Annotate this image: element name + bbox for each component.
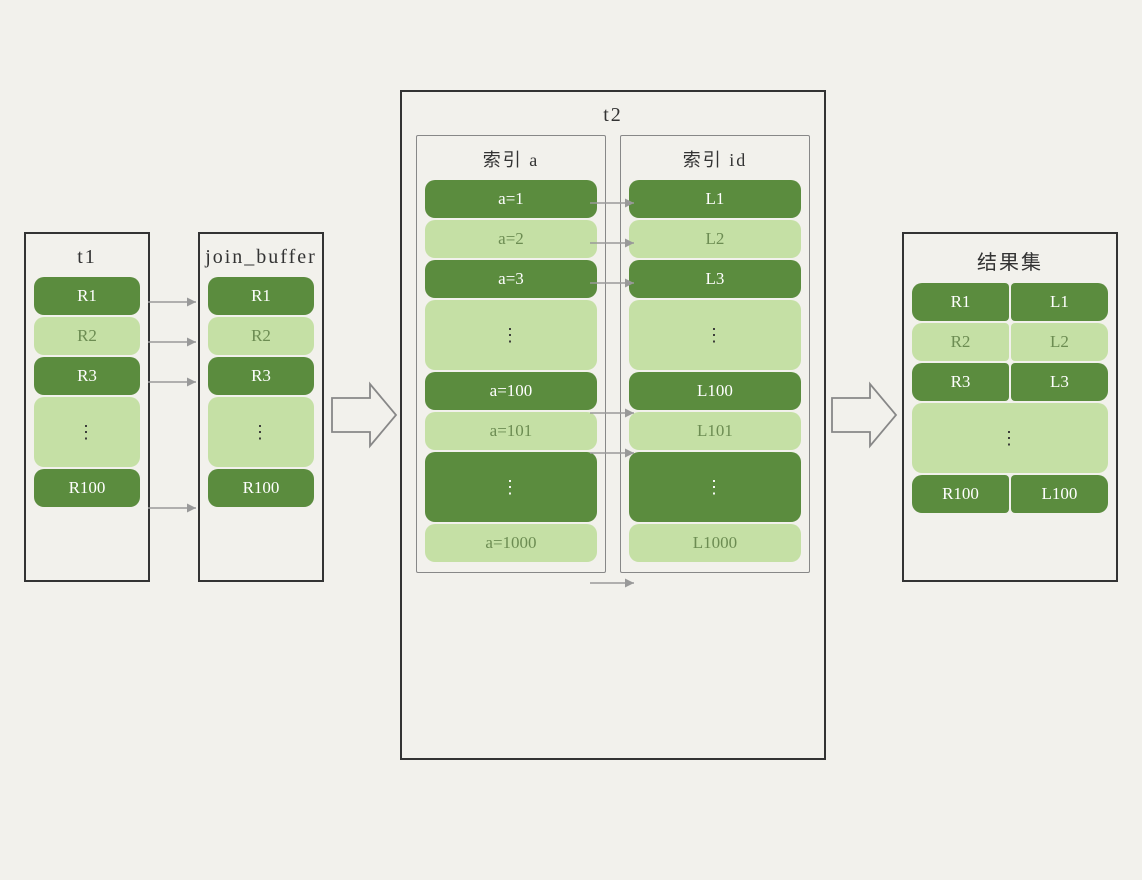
index-a-title: 索引 a bbox=[425, 146, 597, 172]
idx-id-row: L2 bbox=[629, 220, 801, 258]
box-index-a: 索引 a a=1 a=2 a=3 ⋮ a=100 a=101 ⋮ a=1000 bbox=[416, 135, 606, 573]
idx-a-row: a=1 bbox=[425, 180, 597, 218]
arrow-big-1 bbox=[330, 380, 400, 450]
idx-id-ellipsis: ⋮ bbox=[629, 300, 801, 370]
t1-row: R2 bbox=[34, 317, 140, 355]
result-row: R1 L1 bbox=[912, 283, 1108, 321]
box-t2: t2 索引 a a=1 a=2 a=3 ⋮ a=100 a=101 ⋮ a=10… bbox=[400, 90, 826, 760]
idx-id-ellipsis: ⋮ bbox=[629, 452, 801, 522]
diagram-canvas: t1 R1 R2 R3 ⋮ R100 join_buffer R1 R2 R3 … bbox=[0, 0, 1142, 880]
box-result: 结果集 R1 L1 R2 L2 R3 L3 ⋮ R100 L100 bbox=[902, 232, 1118, 582]
t1-title: t1 bbox=[26, 246, 148, 269]
idx-id-row: L1000 bbox=[629, 524, 801, 562]
idx-a-ellipsis: ⋮ bbox=[425, 300, 597, 370]
result-cell: L3 bbox=[1011, 363, 1108, 401]
idx-id-row: L3 bbox=[629, 260, 801, 298]
box-t1: t1 R1 R2 R3 ⋮ R100 bbox=[24, 232, 150, 582]
t1-row: R100 bbox=[34, 469, 140, 507]
result-cell: L100 bbox=[1011, 475, 1108, 513]
t1-row: R3 bbox=[34, 357, 140, 395]
idx-id-row: L100 bbox=[629, 372, 801, 410]
join-buffer-title: join_buffer bbox=[200, 246, 322, 269]
idx-a-row: a=3 bbox=[425, 260, 597, 298]
result-row: R100 L100 bbox=[912, 475, 1108, 513]
result-cell: R2 bbox=[912, 323, 1009, 361]
idx-a-ellipsis: ⋮ bbox=[425, 452, 597, 522]
buffer-row: R1 bbox=[208, 277, 314, 315]
idx-id-row: L101 bbox=[629, 412, 801, 450]
box-index-id: 索引 id L1 L2 L3 ⋮ L100 L101 ⋮ L1000 bbox=[620, 135, 810, 573]
result-ellipsis: ⋮ bbox=[912, 403, 1108, 473]
arrow-big-2 bbox=[830, 380, 900, 450]
idx-a-row: a=101 bbox=[425, 412, 597, 450]
result-title: 结果集 bbox=[904, 246, 1116, 275]
t2-title: t2 bbox=[402, 104, 824, 127]
buffer-row: R100 bbox=[208, 469, 314, 507]
idx-a-row: a=1000 bbox=[425, 524, 597, 562]
idx-a-row: a=100 bbox=[425, 372, 597, 410]
result-row: R3 L3 bbox=[912, 363, 1108, 401]
buffer-row: R3 bbox=[208, 357, 314, 395]
buffer-row: R2 bbox=[208, 317, 314, 355]
result-row: R2 L2 bbox=[912, 323, 1108, 361]
box-join-buffer: join_buffer R1 R2 R3 ⋮ R100 bbox=[198, 232, 324, 582]
arrow-a-to-id bbox=[592, 185, 642, 705]
result-cell: R3 bbox=[912, 363, 1009, 401]
buffer-ellipsis: ⋮ bbox=[208, 397, 314, 467]
result-cell: R1 bbox=[912, 283, 1009, 321]
t1-row: R1 bbox=[34, 277, 140, 315]
t1-ellipsis: ⋮ bbox=[34, 397, 140, 467]
result-cell: L1 bbox=[1011, 283, 1108, 321]
result-cell: R100 bbox=[912, 475, 1009, 513]
index-id-title: 索引 id bbox=[629, 146, 801, 172]
idx-id-row: L1 bbox=[629, 180, 801, 218]
result-cell: L2 bbox=[1011, 323, 1108, 361]
idx-a-row: a=2 bbox=[425, 220, 597, 258]
